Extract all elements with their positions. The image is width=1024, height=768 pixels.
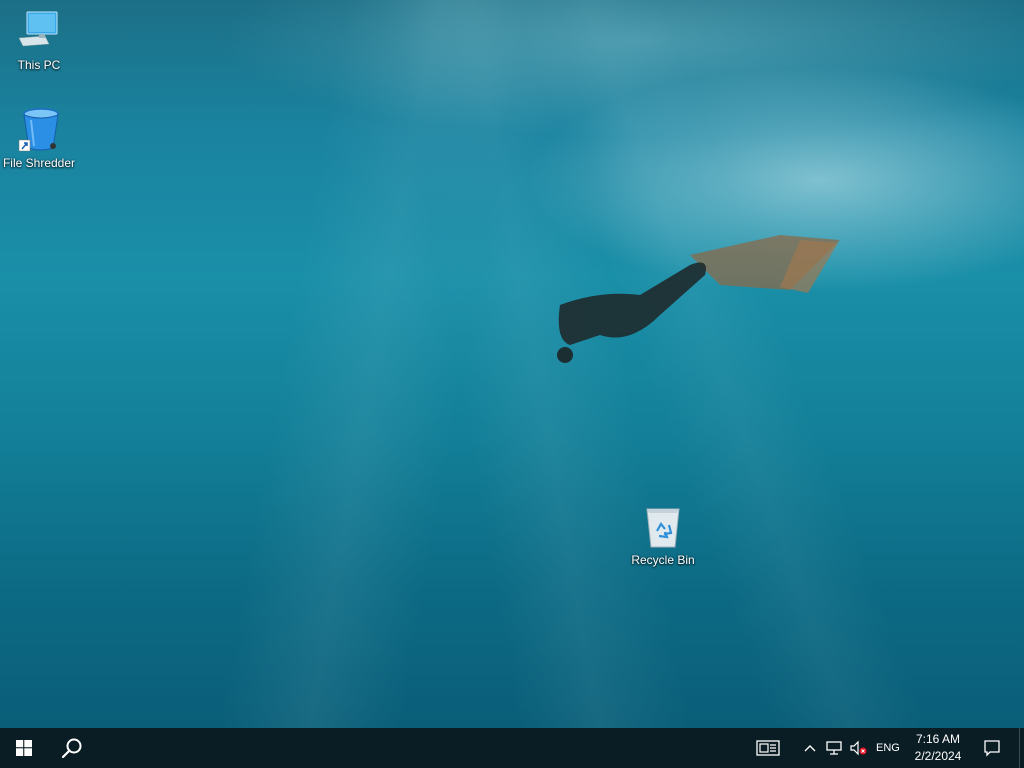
volume-muted-icon [850,740,867,756]
desktop-icon-this-pc[interactable]: This PC [1,8,77,72]
swimmer-image [557,235,840,363]
volume-button[interactable] [846,728,870,768]
news-widget-icon [756,740,780,756]
desktop-icon-recycle-bin[interactable]: Recycle Bin [625,503,701,567]
recycle-bin-icon [646,508,680,548]
clock-time: 7:16 AM [915,732,961,746]
windows-logo-icon [16,740,32,756]
desktop-wallpaper[interactable]: This PC File Shredder Recycle Bin [0,0,1024,728]
chevron-up-icon [804,745,816,752]
news-widget-button[interactable] [748,728,788,768]
language-indicator[interactable]: ENG [876,728,900,768]
show-hidden-icons-button[interactable] [800,728,820,768]
blue-bin-icon [18,108,59,152]
desktop-icon-label: Recycle Bin [631,553,695,567]
notification-icon [984,740,1000,757]
search-button[interactable] [48,728,96,768]
action-center-button[interactable] [978,728,1006,768]
monitor-icon [18,11,58,47]
network-icon [826,741,842,755]
clock[interactable]: 7:16 AM 2/2/2024 [906,731,970,765]
light-rays [0,0,1024,728]
desktop-icon-label: This PC [17,58,61,72]
show-desktop-button[interactable] [1019,728,1024,768]
start-button[interactable] [0,728,48,768]
search-icon [61,738,82,759]
network-button[interactable] [822,728,846,768]
desktop-icon-file-shredder[interactable]: File Shredder [1,106,77,170]
clock-date: 2/2/2024 [914,749,962,763]
taskbar: ENG 7:16 AM 2/2/2024 [0,728,1024,768]
desktop-icon-label: File Shredder [2,156,76,170]
